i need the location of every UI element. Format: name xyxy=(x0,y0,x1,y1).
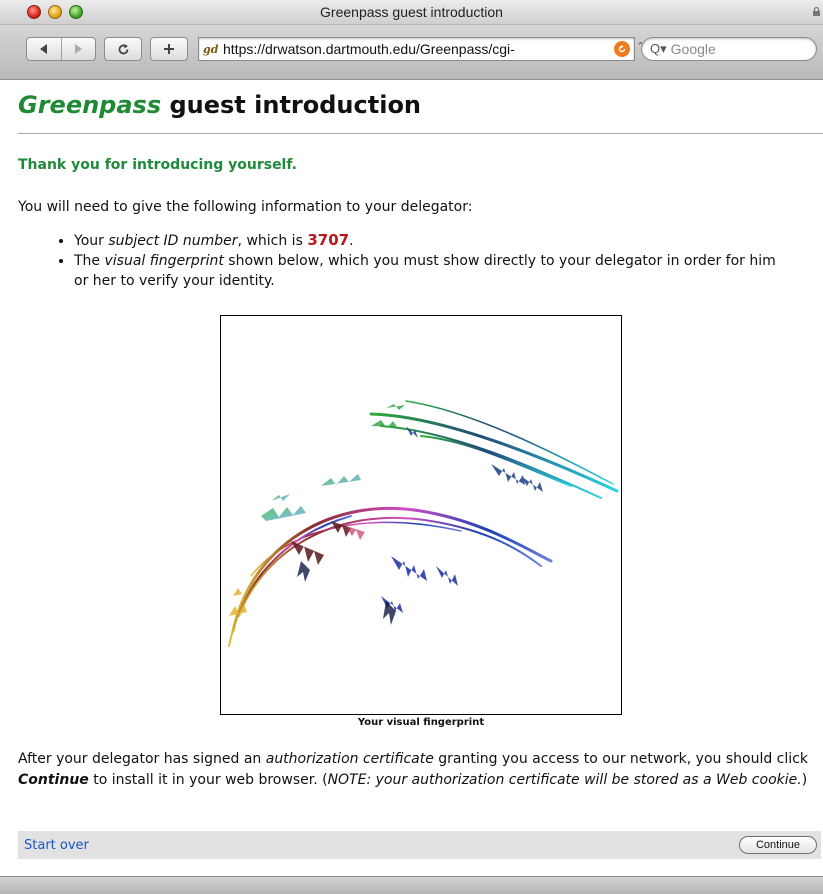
list-item: Your subject ID number, which is 3707. xyxy=(74,230,779,251)
address-bar[interactable]: gd https://drwatson.dartmouth.edu/Greenp… xyxy=(198,37,635,61)
subject-id-value: 3707 xyxy=(307,231,350,249)
status-bar xyxy=(0,876,823,894)
browser-toolbar: gd https://drwatson.dartmouth.edu/Greenp… xyxy=(0,25,823,80)
intro-text: You will need to give the following info… xyxy=(18,199,473,215)
forward-button[interactable] xyxy=(60,38,96,60)
add-bookmark-button[interactable] xyxy=(150,37,188,61)
snapback-icon[interactable] xyxy=(614,41,630,57)
action-bar: Start over Continue xyxy=(18,831,821,859)
cookie-note: NOTE: your authorization certificate wil… xyxy=(327,772,802,788)
continue-term: Continue xyxy=(18,772,89,788)
visual-fingerprint-label: visual fingerprint xyxy=(104,253,224,269)
fractal-fingerprint-graphic xyxy=(228,400,619,647)
list-item: The visual fingerprint shown below, whic… xyxy=(74,251,779,291)
search-icon: Q▾ xyxy=(650,41,667,56)
url-text: https://drwatson.dartmouth.edu/Greenpass… xyxy=(223,41,515,57)
page-title-rest: guest introduction xyxy=(161,91,422,119)
window-title: Greenpass guest introduction xyxy=(320,4,503,20)
forward-arrow-icon xyxy=(75,44,83,54)
plus-icon xyxy=(164,44,174,54)
search-placeholder: Google xyxy=(670,41,716,57)
subject-id-label: subject ID number xyxy=(108,233,238,249)
site-favicon-icon: gd xyxy=(203,42,219,56)
lock-icon xyxy=(813,7,820,16)
page-title: Greenpass guest introduction xyxy=(18,91,421,119)
reload-button[interactable] xyxy=(104,37,142,61)
search-field[interactable]: Q▾ Google xyxy=(641,37,817,61)
continue-instructions: After your delegator has signed an autho… xyxy=(18,751,808,788)
back-forward-group xyxy=(26,37,96,61)
back-button[interactable] xyxy=(27,38,61,60)
thanks-message: Thank you for introducing yourself. xyxy=(18,157,298,173)
info-list: Your subject ID number, which is 3707. T… xyxy=(18,230,779,291)
start-over-link[interactable]: Start over xyxy=(24,838,89,853)
continue-button[interactable]: Continue xyxy=(739,836,817,854)
brand-name: Greenpass xyxy=(18,91,162,119)
title-divider xyxy=(18,133,823,134)
back-arrow-icon xyxy=(39,44,47,54)
authorization-certificate-term: authorization certificate xyxy=(265,751,434,767)
fingerprint-caption: Your visual fingerprint xyxy=(357,717,485,728)
reload-icon xyxy=(118,43,128,54)
title-bar: Greenpass guest introduction xyxy=(0,0,823,25)
visual-fingerprint-image xyxy=(220,315,622,715)
